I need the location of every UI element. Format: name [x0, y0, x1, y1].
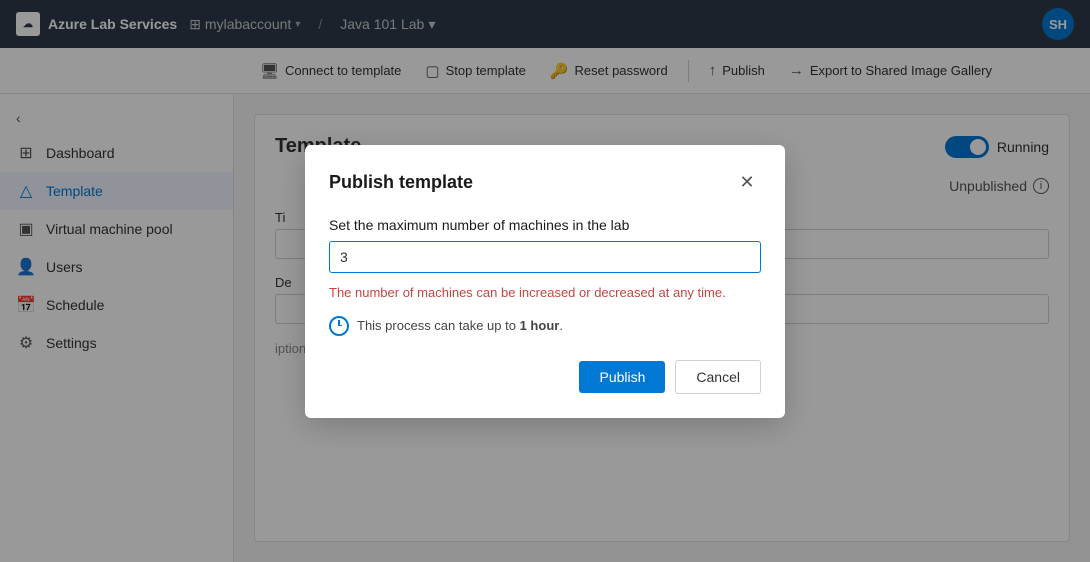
- modal-header: Publish template ✕: [329, 169, 761, 197]
- modal-title: Publish template: [329, 172, 473, 193]
- modal-hint: The number of machines can be increased …: [329, 285, 761, 300]
- modal-process-note: This process can take up to 1 hour.: [329, 316, 761, 336]
- modal-cancel-button[interactable]: Cancel: [675, 360, 761, 394]
- modal-field-label: Set the maximum number of machines in th…: [329, 217, 761, 233]
- publish-template-modal: Publish template ✕ Set the maximum numbe…: [305, 145, 785, 418]
- modal-overlay: Publish template ✕ Set the maximum numbe…: [0, 0, 1090, 562]
- clock-icon: [329, 316, 349, 336]
- modal-close-button[interactable]: ✕: [733, 169, 761, 197]
- modal-footer: Publish Cancel: [329, 360, 761, 394]
- modal-publish-button[interactable]: Publish: [579, 361, 665, 393]
- machines-count-input[interactable]: [329, 241, 761, 273]
